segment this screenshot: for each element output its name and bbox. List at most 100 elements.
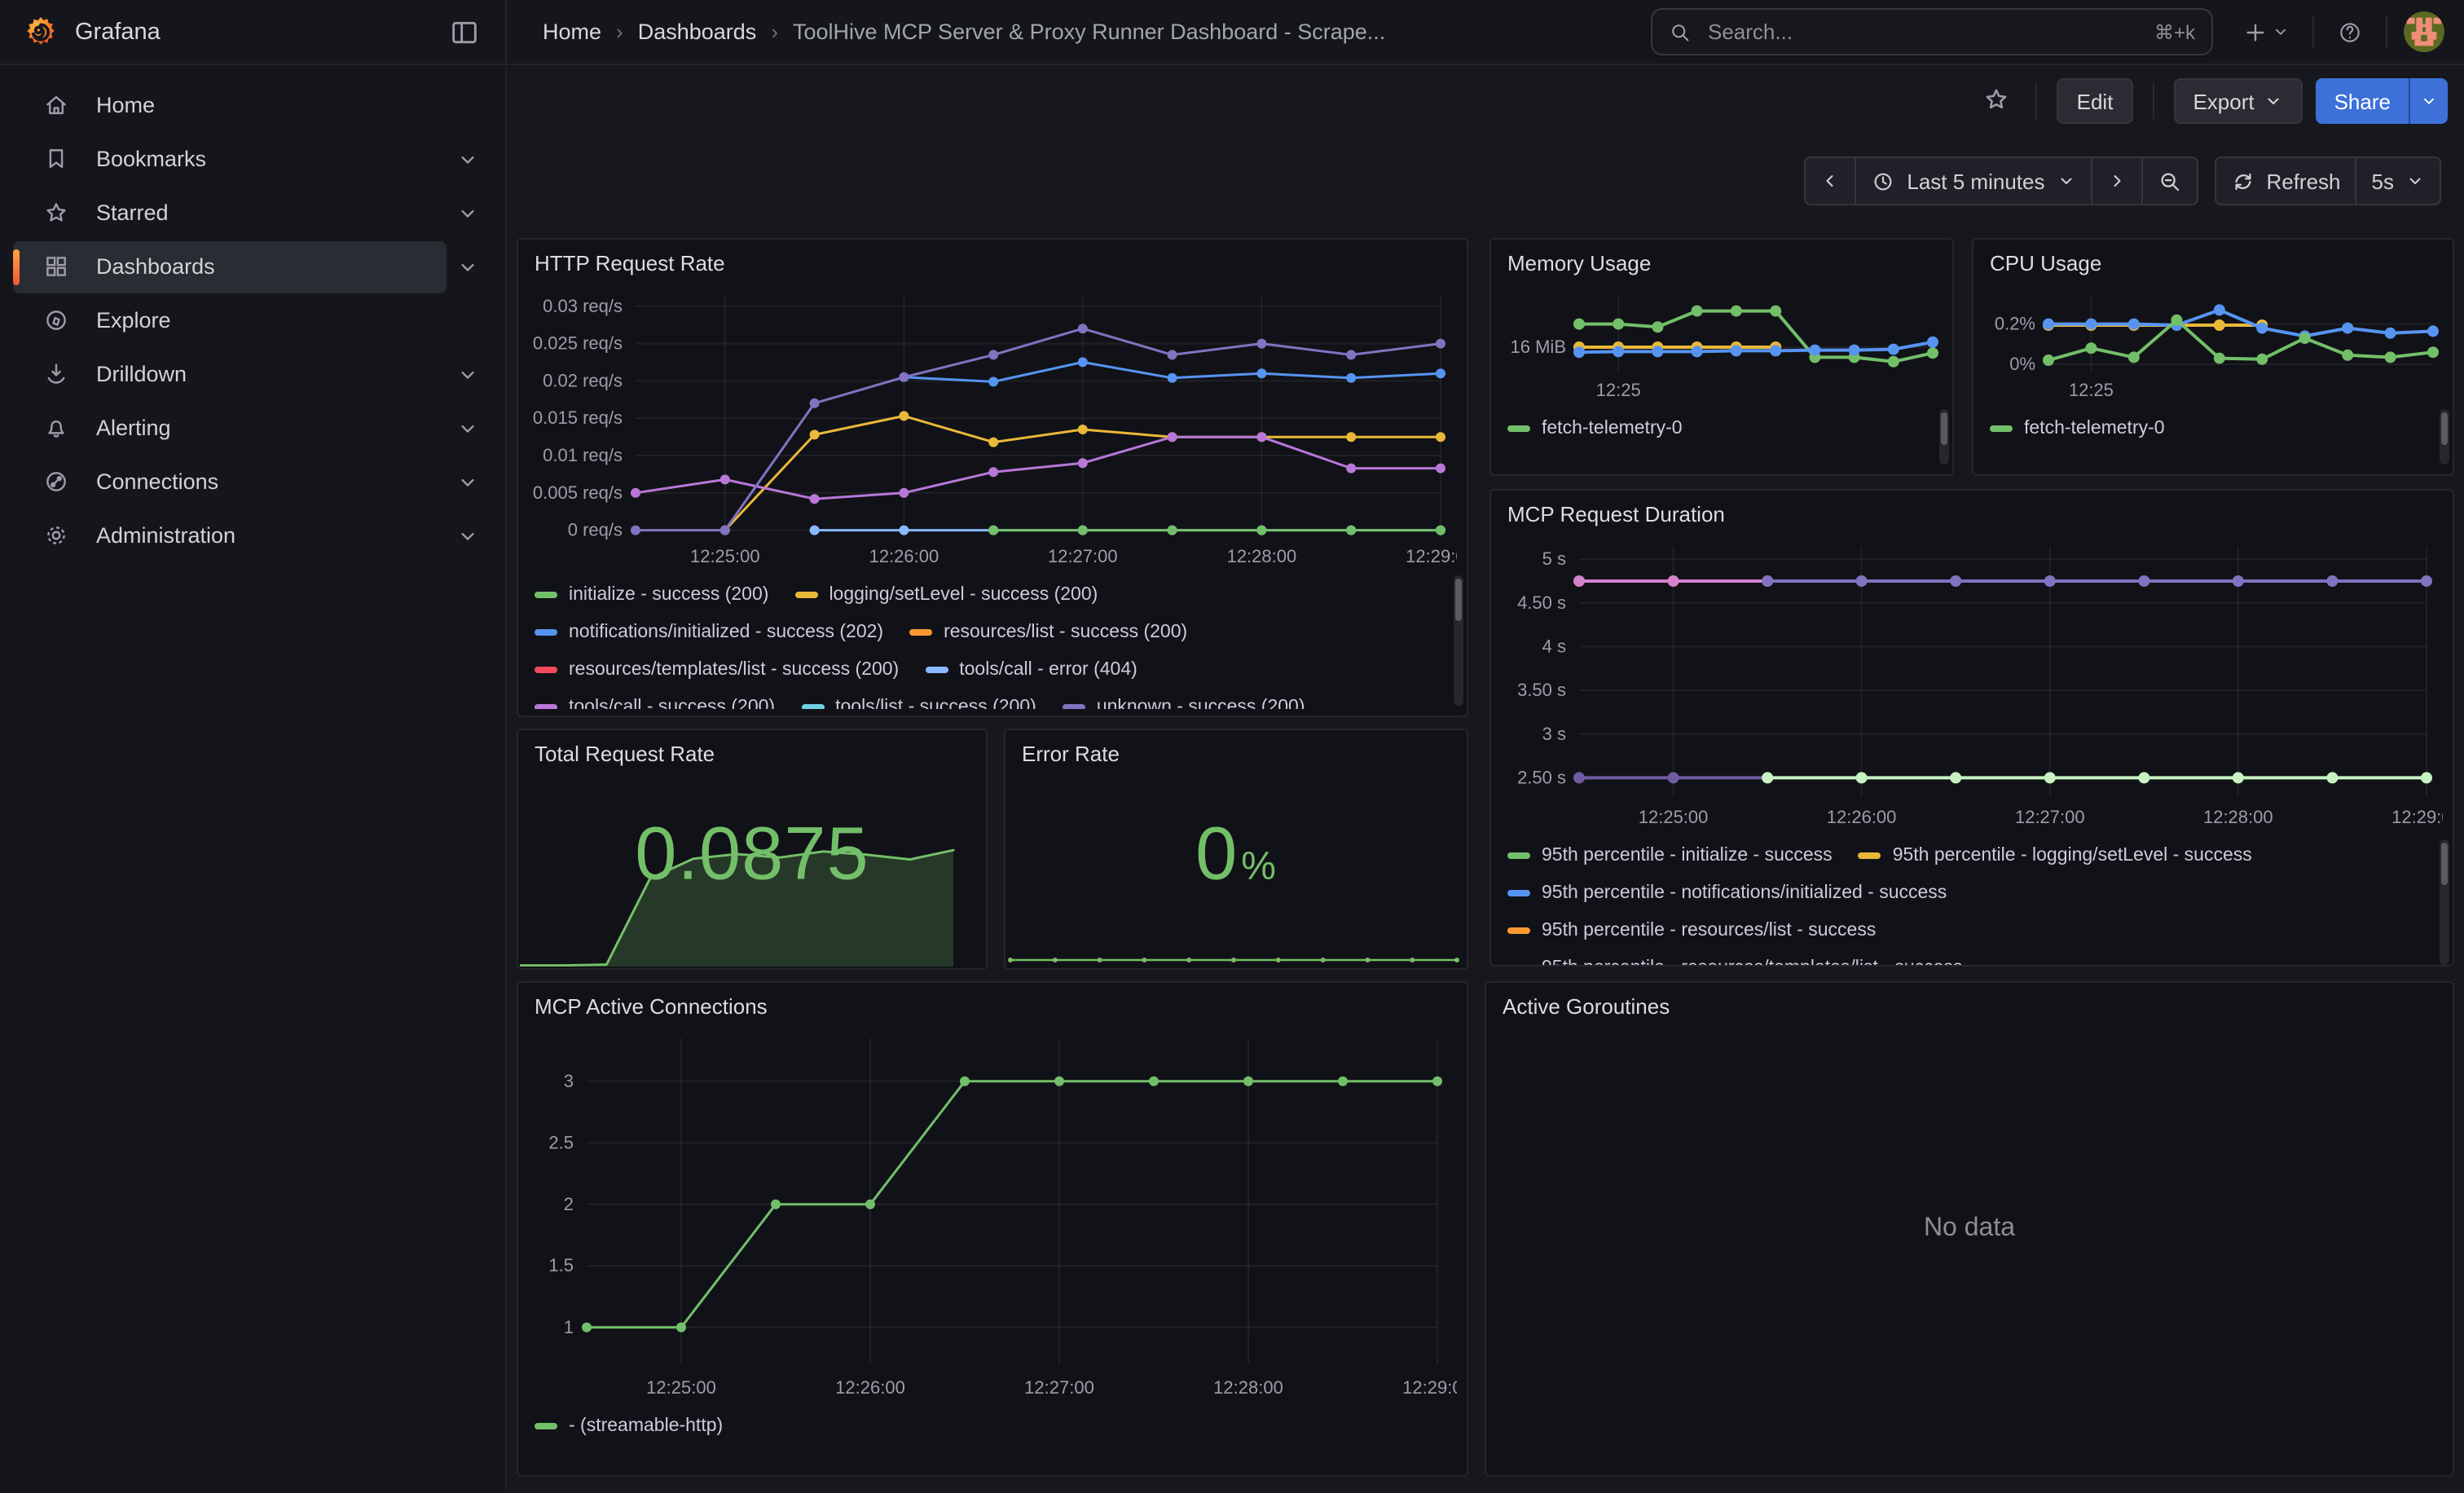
sidebar-item-dashboards[interactable]: Dashboards bbox=[13, 240, 447, 293]
sidebar-item-drilldown[interactable]: Drilldown bbox=[13, 348, 447, 400]
breadcrumb-link[interactable]: Dashboards bbox=[638, 20, 757, 44]
svg-text:3.50 s: 3.50 s bbox=[1517, 680, 1566, 700]
sidebar-item-connections[interactable]: Connections bbox=[13, 456, 447, 508]
panel-title[interactable]: MCP Request Duration bbox=[1491, 491, 2453, 533]
user-avatar[interactable] bbox=[2404, 11, 2444, 52]
top-bar: Grafana Home › Dashboards › ToolHive MCP… bbox=[0, 0, 2464, 65]
mcp-request-duration-chart[interactable]: 5 s4.50 s4 s3.50 s3 s2.50 s12:25:0012:26… bbox=[1504, 533, 2443, 833]
svg-text:12:29:00: 12:29:00 bbox=[1402, 1377, 1457, 1398]
legend-swatch bbox=[1063, 703, 1085, 709]
legend-item[interactable]: initialize - success (200) bbox=[535, 584, 768, 604]
legend-scrollbar[interactable] bbox=[2440, 409, 2449, 465]
breadcrumb-home: Home › bbox=[543, 20, 638, 44]
panel-mcp-request-duration: MCP Request Duration 5 s4.50 s4 s3.50 s3… bbox=[1489, 489, 2454, 967]
topbar-actions: ⌘+k bbox=[1651, 8, 2464, 55]
panel-title[interactable]: Error Rate bbox=[1005, 730, 1467, 773]
sidebar-item-label: Starred bbox=[96, 200, 169, 225]
svg-text:4 s: 4 s bbox=[1542, 636, 1566, 656]
legend-label: tools/call - success (200) bbox=[569, 697, 775, 709]
chevron-down-icon[interactable] bbox=[456, 363, 479, 385]
legend-swatch bbox=[1507, 852, 1530, 858]
legend-item[interactable]: tools/call - success (200) bbox=[535, 697, 775, 709]
legend-item[interactable]: notifications/initialized - success (202… bbox=[535, 622, 883, 641]
sidebar-item-bookmarks[interactable]: Bookmarks bbox=[13, 133, 447, 185]
chevron-down-icon[interactable] bbox=[456, 148, 479, 170]
sidebar-item-home[interactable]: Home bbox=[13, 79, 447, 131]
breadcrumb-link[interactable]: Home bbox=[543, 20, 601, 44]
legend-item[interactable]: - (streamable-http) bbox=[535, 1416, 723, 1435]
legend-swatch bbox=[1990, 425, 2013, 431]
sidebar-item-explore[interactable]: Explore bbox=[13, 294, 447, 346]
panel-title[interactable]: HTTP Request Rate bbox=[518, 240, 1467, 282]
search-shortcut: ⌘+k bbox=[2154, 20, 2195, 43]
legend-swatch bbox=[1859, 852, 1881, 858]
sidebar-item-starred[interactable]: Starred bbox=[13, 187, 447, 239]
legend-item[interactable]: tools/call - error (404) bbox=[925, 659, 1137, 679]
add-new-button[interactable] bbox=[2236, 12, 2296, 51]
breadcrumb-separator-icon: › bbox=[616, 20, 623, 44]
avatar-image bbox=[2404, 11, 2444, 52]
legend-scrollbar[interactable] bbox=[1939, 409, 1949, 465]
chevron-down-icon[interactable] bbox=[456, 416, 479, 439]
legend-item[interactable]: 95th percentile - initialize - success bbox=[1507, 845, 1833, 865]
sidebar-item-label: Explore bbox=[96, 308, 171, 333]
legend-swatch bbox=[535, 628, 557, 635]
legend-item[interactable]: fetch-telemetry-0 bbox=[1990, 418, 2165, 438]
panel-title[interactable]: Total Request Rate bbox=[518, 730, 986, 773]
sidebar: Home Bookmarks Starred bbox=[0, 65, 507, 1493]
sidebar-item-label: Drilldown bbox=[96, 362, 187, 386]
panel-left-icon bbox=[448, 15, 481, 48]
svg-text:0.005 req/s: 0.005 req/s bbox=[533, 482, 623, 503]
legend-item[interactable]: 95th percentile - logging/setLevel - suc… bbox=[1859, 845, 2252, 865]
chevron-down-icon[interactable] bbox=[456, 524, 479, 547]
panel-http-request-rate: HTTP Request Rate 0 req/s0.005 req/s0.01… bbox=[517, 238, 1468, 717]
panel-title[interactable]: CPU Usage bbox=[1973, 240, 2453, 282]
search-input[interactable] bbox=[1705, 18, 2154, 46]
nav-icon bbox=[42, 522, 70, 549]
legend-item[interactable]: tools/list - success (200) bbox=[801, 697, 1036, 709]
cpu-usage-chart[interactable]: 0.2%0%12:25 bbox=[1987, 282, 2443, 406]
panel-title[interactable]: Memory Usage bbox=[1491, 240, 1952, 282]
legend-label: 95th percentile - logging/setLevel - suc… bbox=[1893, 845, 2252, 865]
legend-item[interactable]: resources/list - success (200) bbox=[909, 622, 1187, 641]
sidebar-toggle-button[interactable] bbox=[443, 11, 486, 53]
sidebar-item-administration[interactable]: Administration bbox=[13, 509, 447, 562]
memory-usage-chart[interactable]: 16 MiB12:25 bbox=[1504, 282, 1943, 406]
chevron-down-icon[interactable] bbox=[456, 255, 479, 278]
http-request-rate-chart[interactable]: 0 req/s0.005 req/s0.01 req/s0.015 req/s0… bbox=[531, 282, 1457, 572]
chevron-down-icon[interactable] bbox=[456, 470, 479, 493]
panel-active-goroutines: Active Goroutines No data bbox=[1485, 981, 2454, 1477]
legend-item[interactable]: 95th percentile - resources/list - succe… bbox=[1507, 920, 1876, 940]
legend-item[interactable]: unknown - success (200) bbox=[1063, 697, 1305, 709]
svg-text:12:28:00: 12:28:00 bbox=[1227, 546, 1297, 566]
sidebar-item-alerting[interactable]: Alerting bbox=[13, 402, 447, 454]
panel-grid: HTTP Request Rate 0 req/s0.005 req/s0.01… bbox=[507, 65, 2464, 1493]
grafana-logo-icon[interactable] bbox=[23, 14, 59, 50]
legend-swatch bbox=[794, 591, 817, 597]
memory-legend: fetch-telemetry-0 bbox=[1491, 406, 1952, 455]
panel-title[interactable]: MCP Active Connections bbox=[518, 983, 1467, 1025]
chevron-down-icon[interactable] bbox=[456, 201, 479, 224]
chevron-down-icon bbox=[2272, 23, 2290, 41]
breadcrumb-link[interactable]: ToolHive MCP Server & Proxy Runner Dashb… bbox=[793, 20, 1385, 44]
search-box[interactable]: ⌘+k bbox=[1651, 8, 2213, 55]
legend-label: notifications/initialized - success (202… bbox=[569, 622, 883, 641]
legend-label: fetch-telemetry-0 bbox=[1542, 418, 1683, 438]
mcp-active-connections-chart[interactable]: 32.521.5112:25:0012:26:0012:27:0012:28:0… bbox=[531, 1025, 1457, 1403]
help-button[interactable] bbox=[2330, 12, 2369, 51]
svg-text:12:25:00: 12:25:00 bbox=[646, 1377, 716, 1398]
panel-total-request-rate: Total Request Rate 0.0875 bbox=[517, 729, 988, 970]
legend-item[interactable]: 95th percentile - notifications/initiali… bbox=[1507, 883, 1947, 902]
legend-scrollbar[interactable] bbox=[1454, 575, 1463, 706]
legend-item[interactable]: logging/setLevel - success (200) bbox=[794, 584, 1098, 604]
panel-error-rate: Error Rate 0% bbox=[1004, 729, 1468, 970]
legend-scrollbar[interactable] bbox=[2440, 839, 2449, 965]
legend-swatch bbox=[535, 666, 557, 672]
legend-item[interactable]: 95th percentile - resources/templates/li… bbox=[1507, 958, 1962, 965]
legend-label: - (streamable-http) bbox=[569, 1416, 723, 1435]
nav-icon bbox=[42, 414, 70, 442]
legend-item[interactable]: resources/templates/list - success (200) bbox=[535, 659, 899, 679]
nav-icon bbox=[42, 468, 70, 495]
svg-text:12:26:00: 12:26:00 bbox=[1827, 807, 1897, 827]
legend-item[interactable]: fetch-telemetry-0 bbox=[1507, 418, 1683, 438]
